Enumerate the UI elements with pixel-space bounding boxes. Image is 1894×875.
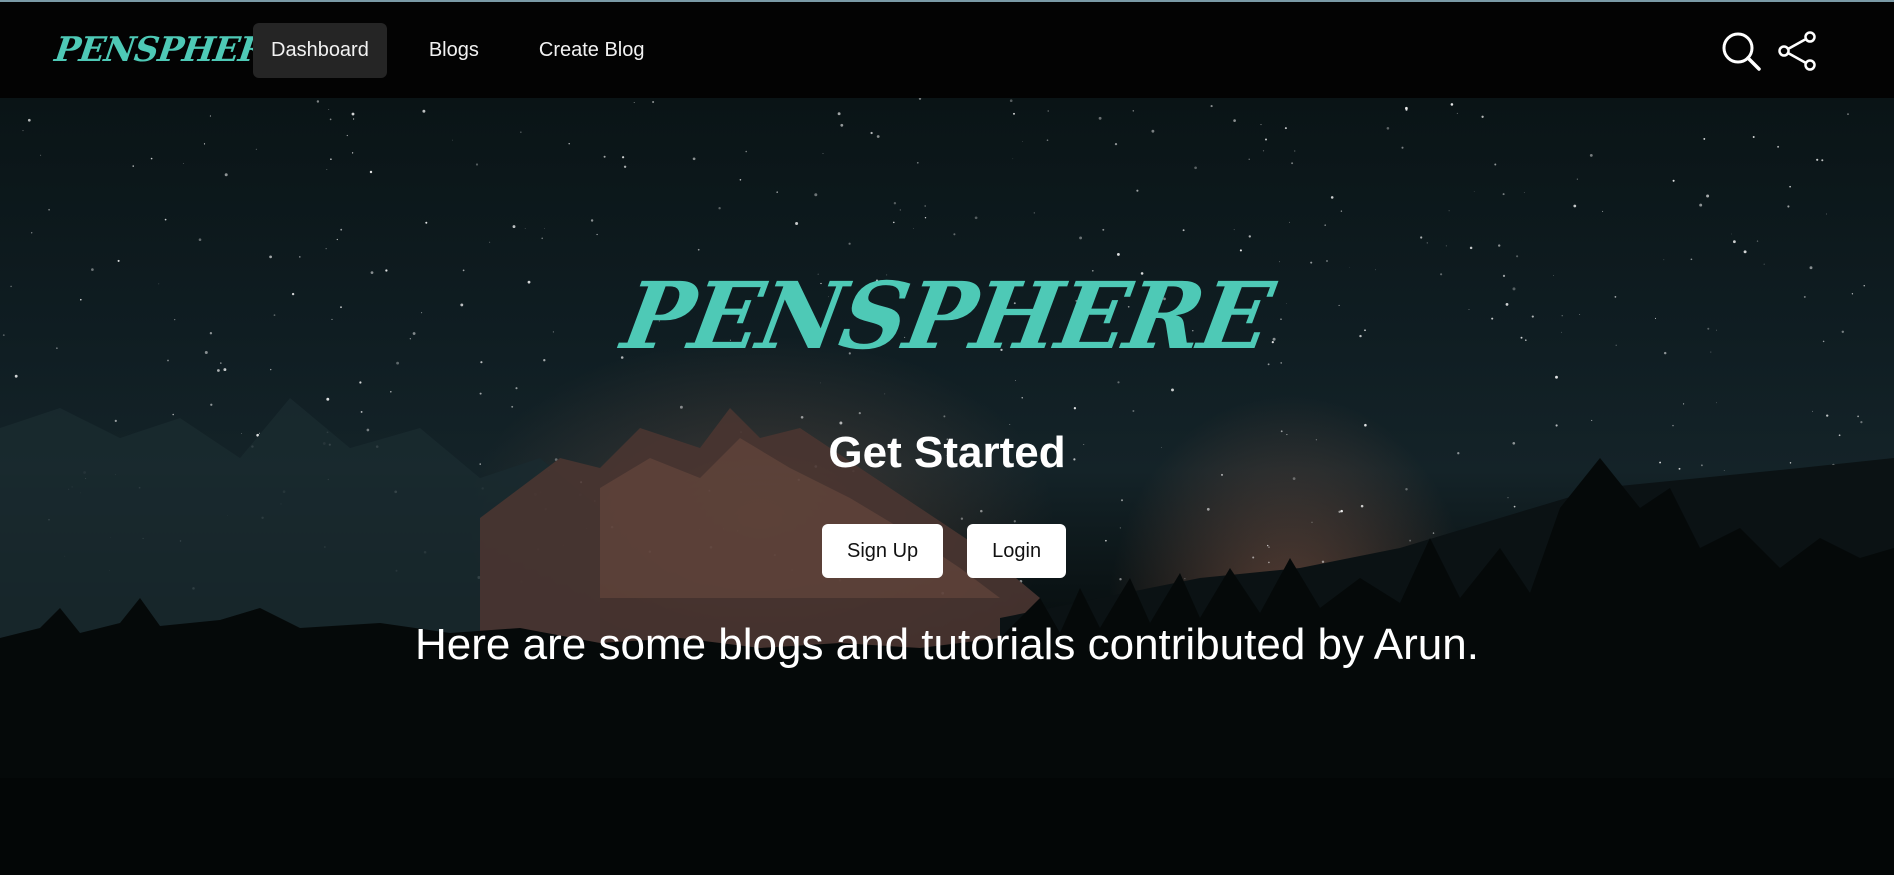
hero-logo: PENSPHERE — [615, 262, 1279, 370]
sign-up-button[interactable]: Sign Up — [822, 524, 944, 578]
share-icon[interactable] — [1777, 30, 1819, 72]
hero-description: Here are some blogs and tutorials contri… — [415, 620, 1479, 669]
search-icon[interactable] — [1720, 30, 1762, 72]
navbar: PENSPHERE Dashboard Blogs Create Blog — [0, 2, 1894, 98]
login-button[interactable]: Login — [967, 524, 1067, 578]
hero-title: Get Started — [828, 428, 1066, 477]
nav-link-create-blog[interactable]: Create Blog — [521, 23, 663, 78]
nav-link-dashboard[interactable]: Dashboard — [253, 23, 387, 78]
nav-links: Dashboard Blogs Create Blog — [253, 23, 663, 78]
nav-link-blogs[interactable]: Blogs — [411, 23, 497, 78]
hero-buttons: Sign Up Login — [822, 524, 1067, 578]
hero-section: PENSPHERE Get Started Sign Up Login Here… — [0, 98, 1894, 875]
